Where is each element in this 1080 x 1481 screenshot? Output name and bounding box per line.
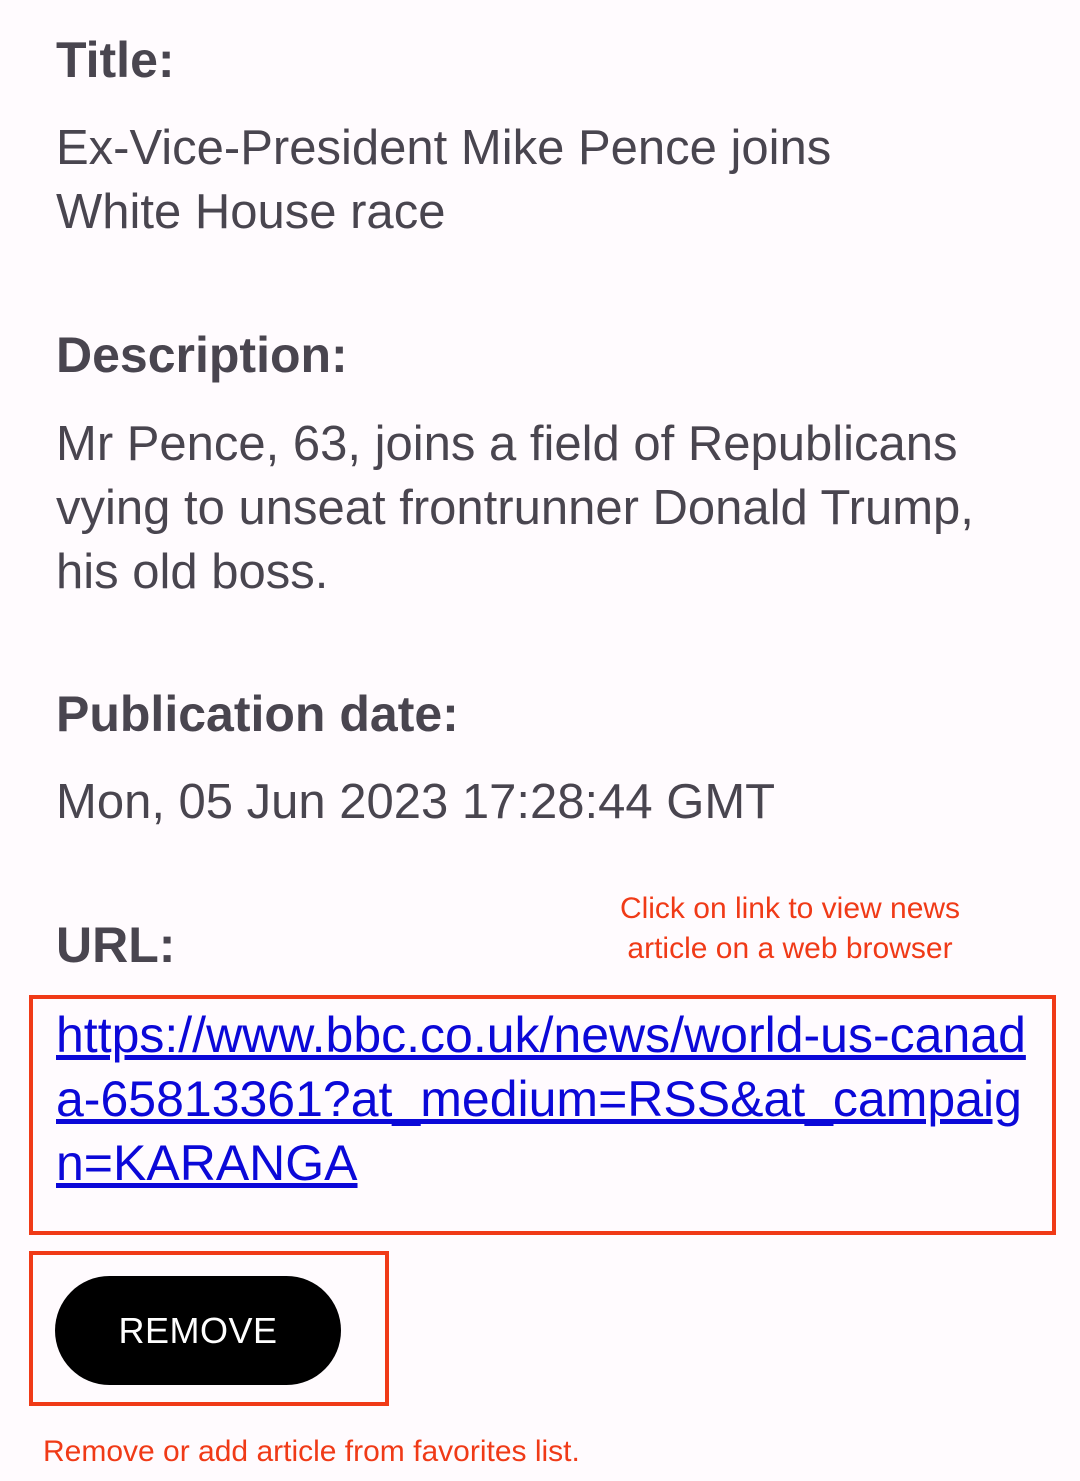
description-label: Description: [56, 327, 348, 383]
article-title: Ex-Vice-President Mike Pence joins White… [56, 121, 832, 239]
remove-hint-annotation: Remove or add article from favorites lis… [43, 1435, 580, 1468]
link-hint-line-1: Click on link to view news [619, 892, 961, 925]
link-hint-line-2: article on a web browser [627, 932, 953, 965]
link-hint-annotation: Click on link to view news article on a … [590, 889, 990, 969]
article-description: Mr Pence, 63, joins a field of Republica… [56, 417, 974, 599]
publication-date-label: Publication date: [56, 686, 459, 742]
title-label: Title: [56, 32, 175, 88]
remove-button[interactable]: REMOVE [55, 1276, 341, 1385]
article-url-link[interactable]: https://www.bbc.co.uk/news/world-us-cana… [56, 1003, 1031, 1195]
url-label: URL: [56, 917, 176, 973]
publication-date: Mon, 05 Jun 2023 17:28:44 GMT [56, 775, 776, 829]
